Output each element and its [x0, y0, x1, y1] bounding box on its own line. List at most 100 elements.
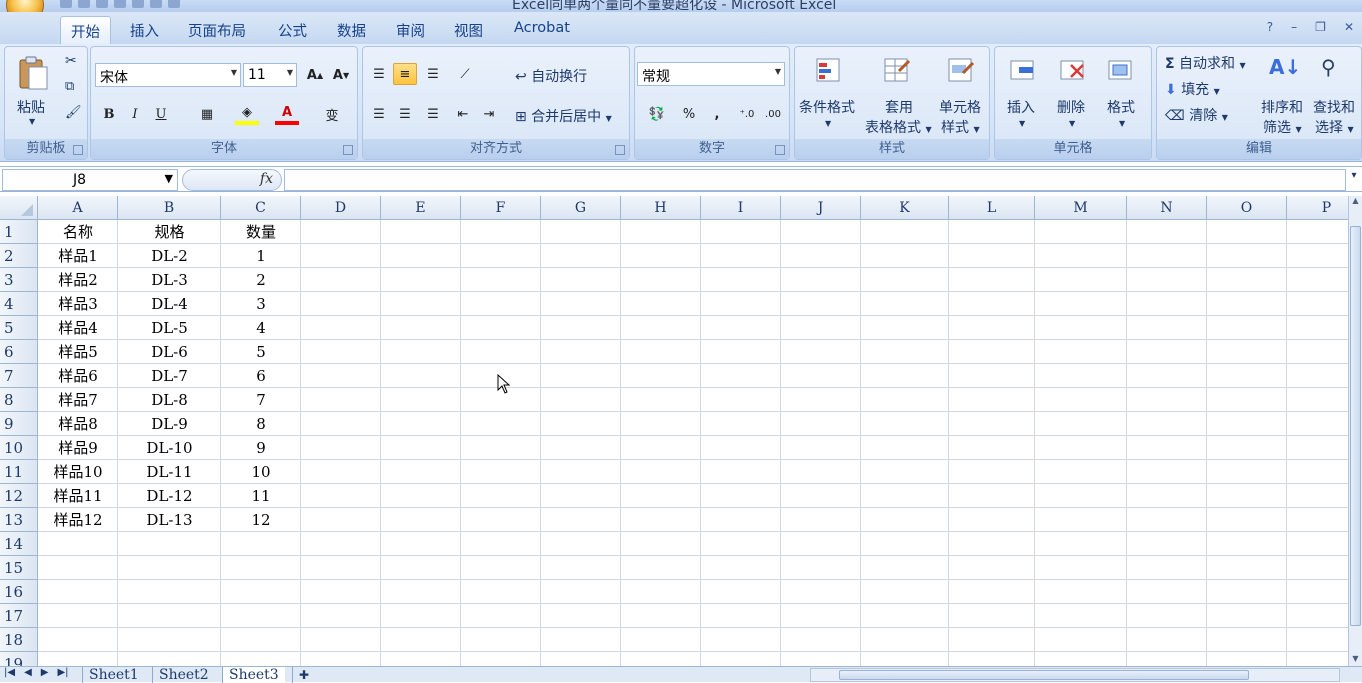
- cell-a9[interactable]: 样品8: [38, 412, 118, 436]
- chevron-down-icon[interactable]: ▼: [825, 119, 831, 128]
- horizontal-scroll-thumb[interactable]: [839, 670, 1249, 680]
- chevron-down-icon[interactable]: ▼: [165, 172, 173, 185]
- cell-a11[interactable]: 样品10: [38, 460, 118, 484]
- row-header-17[interactable]: 17: [0, 604, 38, 628]
- cell-b10[interactable]: DL-10: [118, 436, 221, 460]
- cell-b2[interactable]: DL-2: [118, 244, 221, 268]
- shrink-font-button[interactable]: A ▼: [329, 64, 353, 86]
- cell-a5[interactable]: 样品4: [38, 316, 118, 340]
- spell-icon[interactable]: [168, 0, 180, 8]
- format-table-label-1[interactable]: 套用: [885, 97, 913, 117]
- scroll-up-icon[interactable]: ▲: [1349, 196, 1362, 208]
- expand-formula-bar-icon[interactable]: ▾: [1348, 170, 1360, 190]
- insert-sheet-icon[interactable]: ✚: [292, 667, 315, 683]
- row-header-9[interactable]: 9: [0, 412, 38, 436]
- vertical-scroll-thumb[interactable]: [1350, 226, 1361, 626]
- insert-function-button[interactable]: fx: [260, 171, 273, 187]
- column-header-i[interactable]: I: [701, 196, 781, 220]
- align-left-icon[interactable]: ☰: [367, 103, 391, 125]
- tab-review[interactable]: 审阅: [386, 16, 435, 44]
- undo-icon[interactable]: [78, 0, 90, 8]
- help-icon[interactable]: ?: [1267, 20, 1273, 34]
- grow-font-button[interactable]: A ▲: [303, 64, 327, 86]
- alignment-launcher-icon[interactable]: [615, 145, 625, 155]
- cell-b1[interactable]: 规格: [118, 220, 221, 244]
- cell-b4[interactable]: DL-4: [118, 292, 221, 316]
- tab-formulas[interactable]: 公式: [268, 16, 317, 44]
- office-button[interactable]: [6, 0, 44, 12]
- sort-filter-button[interactable]: 筛选 ▼: [1263, 117, 1302, 137]
- align-center-icon[interactable]: ☰: [393, 103, 417, 125]
- binoculars-icon[interactable]: ⚲: [1321, 55, 1336, 79]
- paste-icon[interactable]: [17, 55, 49, 91]
- row-header-3[interactable]: 3: [0, 268, 38, 292]
- autosum-button[interactable]: Σ 自动求和 ▼: [1165, 53, 1246, 73]
- formula-input[interactable]: [284, 169, 1346, 191]
- save-icon[interactable]: [60, 0, 72, 8]
- horizontal-scrollbar[interactable]: [810, 668, 1340, 682]
- sheet-tab-sheet1[interactable]: Sheet1: [82, 667, 145, 683]
- cell-c5[interactable]: 4: [221, 316, 301, 340]
- cell-c7[interactable]: 6: [221, 364, 301, 388]
- copy-icon[interactable]: ⧉: [65, 79, 74, 94]
- cell-styles-label-1[interactable]: 单元格: [939, 97, 981, 117]
- preview-icon[interactable]: [132, 0, 144, 8]
- delete-cells-icon[interactable]: [1059, 57, 1087, 85]
- column-header-o[interactable]: O: [1207, 196, 1287, 220]
- cell-a7[interactable]: 样品6: [38, 364, 118, 388]
- cell-b11[interactable]: DL-11: [118, 460, 221, 484]
- column-header-j[interactable]: J: [781, 196, 861, 220]
- vertical-scrollbar[interactable]: ▲ ▼: [1348, 196, 1362, 666]
- font-color-icon[interactable]: A: [275, 103, 299, 125]
- font-size-select[interactable]: 11 ▼: [243, 63, 297, 87]
- tab-home[interactable]: 开始: [60, 16, 111, 44]
- sheet-tab-sheet2[interactable]: Sheet2: [152, 667, 215, 683]
- cell-c4[interactable]: 3: [221, 292, 301, 316]
- cell-c6[interactable]: 5: [221, 340, 301, 364]
- row-header-4[interactable]: 4: [0, 292, 38, 316]
- select-all-button[interactable]: [0, 196, 38, 220]
- delete-cells-button[interactable]: 删除: [1057, 97, 1085, 117]
- prev-sheet-icon[interactable]: ◀: [24, 667, 32, 678]
- cell-c9[interactable]: 8: [221, 412, 301, 436]
- clipboard-launcher-icon[interactable]: [73, 145, 83, 155]
- chevron-down-icon[interactable]: ▼: [1019, 119, 1025, 128]
- cell-a3[interactable]: 样品2: [38, 268, 118, 292]
- row-header-8[interactable]: 8: [0, 388, 38, 412]
- cell-c10[interactable]: 9: [221, 436, 301, 460]
- row-header-11[interactable]: 11: [0, 460, 38, 484]
- format-table-icon[interactable]: [883, 57, 911, 85]
- phonetic-icon[interactable]: 变: [317, 103, 347, 125]
- comma-button[interactable]: ,: [705, 103, 729, 125]
- column-header-f[interactable]: F: [461, 196, 541, 220]
- quick-access-toolbar[interactable]: [60, 0, 180, 10]
- column-header-a[interactable]: A: [38, 196, 118, 220]
- cell-styles-icon[interactable]: [947, 57, 975, 85]
- row-header-10[interactable]: 10: [0, 436, 38, 460]
- number-launcher-icon[interactable]: [775, 145, 785, 155]
- cell-c3[interactable]: 2: [221, 268, 301, 292]
- cell-c1[interactable]: 数量: [221, 220, 301, 244]
- format-cells-icon[interactable]: [1107, 57, 1135, 85]
- cut-icon[interactable]: ✂: [65, 53, 77, 69]
- conditional-format-button[interactable]: 条件格式: [799, 97, 855, 117]
- sort-filter-label-1[interactable]: 排序和: [1261, 97, 1303, 117]
- increase-decimal-icon[interactable]: ⁺.0: [735, 103, 759, 125]
- paste-dropdown-icon[interactable]: ▼: [29, 117, 35, 126]
- conditional-format-icon[interactable]: [815, 57, 843, 85]
- cell-c8[interactable]: 7: [221, 388, 301, 412]
- tab-view[interactable]: 视图: [444, 16, 493, 44]
- close-icon[interactable]: ✕: [1344, 20, 1354, 34]
- cell-b6[interactable]: DL-6: [118, 340, 221, 364]
- column-header-b[interactable]: B: [118, 196, 221, 220]
- next-sheet-icon[interactable]: ▶: [41, 667, 49, 678]
- row-header-12[interactable]: 12: [0, 484, 38, 508]
- cell-a1[interactable]: 名称: [38, 220, 118, 244]
- name-box[interactable]: J8 ▼: [2, 169, 178, 191]
- insert-cells-button[interactable]: 插入: [1007, 97, 1035, 117]
- scroll-down-icon[interactable]: ▼: [1349, 654, 1362, 666]
- redo-icon[interactable]: [96, 0, 108, 8]
- row-header-19[interactable]: 19: [0, 652, 38, 666]
- row-header-5[interactable]: 5: [0, 316, 38, 340]
- align-middle-icon[interactable]: ≡: [393, 63, 417, 85]
